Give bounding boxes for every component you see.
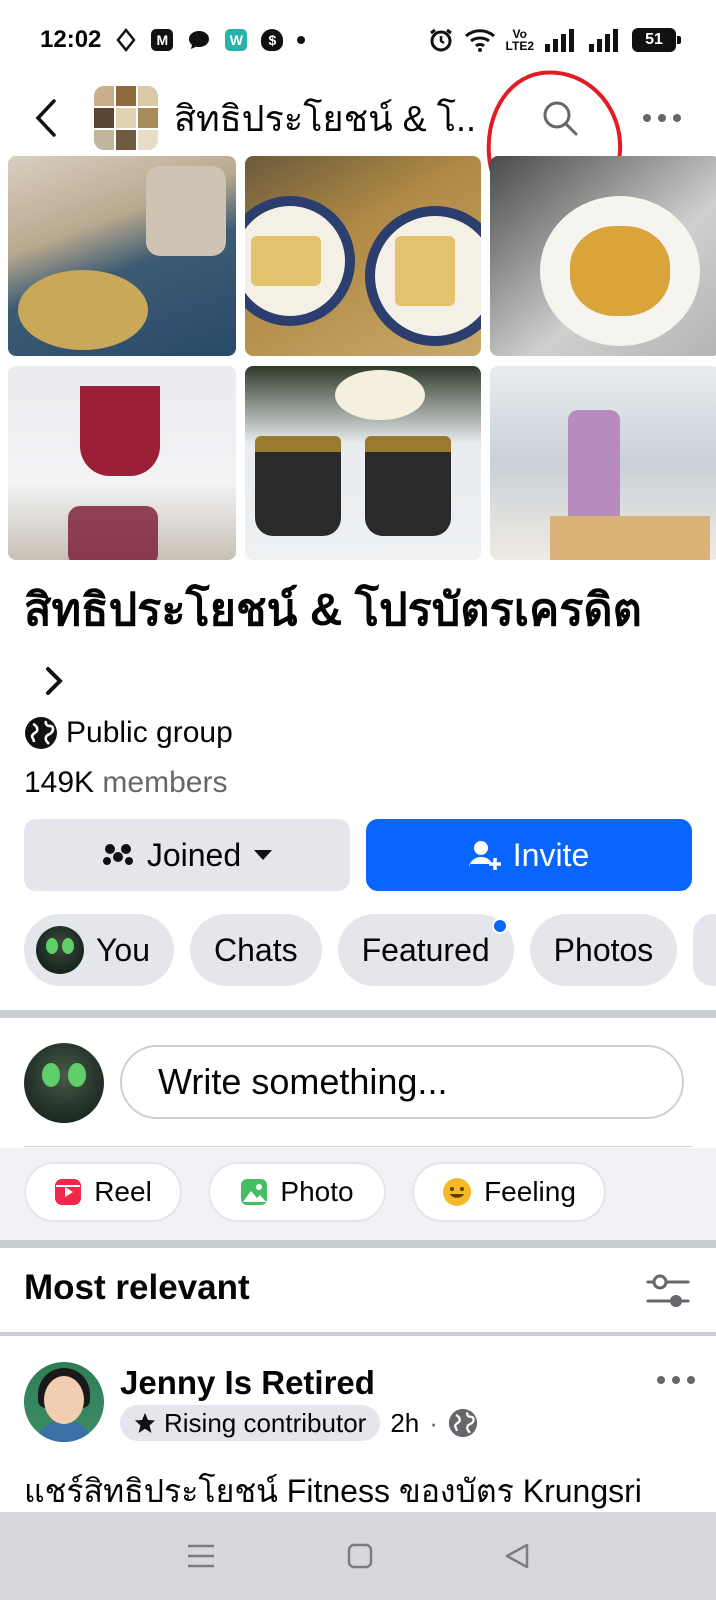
search-icon — [543, 101, 578, 136]
tab-photos-label: Photos — [553, 931, 654, 968]
volte-bottom-text: LTE2 — [505, 39, 534, 53]
cover-photo-lounge[interactable] — [8, 156, 236, 356]
signal-icon — [544, 28, 578, 52]
post-author-name[interactable]: Jenny Is Retired — [120, 1364, 375, 1402]
cover-photo-grid[interactable] — [8, 156, 716, 562]
tab-you-label: You — [96, 931, 150, 968]
cover-photo-water[interactable] — [490, 366, 716, 560]
avatar[interactable] — [24, 1362, 104, 1442]
chevron-right-icon — [44, 647, 64, 715]
photo-button[interactable]: Photo — [208, 1162, 386, 1222]
cover-photo-bun[interactable] — [490, 156, 716, 356]
avatar — [36, 926, 84, 974]
badge-label: Rising contributor — [164, 1407, 367, 1438]
more-options-button[interactable] — [634, 90, 690, 146]
signal-icon-2 — [588, 28, 622, 52]
avatar[interactable] — [24, 1043, 104, 1123]
contributor-badge[interactable]: Rising contributor — [120, 1405, 381, 1441]
new-indicator-dot — [491, 918, 508, 934]
globe-icon — [25, 717, 57, 749]
tab-featured[interactable]: Featured — [337, 914, 514, 986]
cover-photo-cakes[interactable] — [245, 156, 481, 356]
back-triangle-icon[interactable] — [504, 1542, 530, 1570]
divider — [24, 1146, 692, 1147]
filter-button[interactable] — [646, 1270, 690, 1314]
status-time: 12:02 — [40, 26, 102, 53]
member-count[interactable]: 149K members — [24, 766, 227, 800]
sort-label[interactable]: Most relevant — [24, 1268, 250, 1308]
section-divider — [0, 1332, 716, 1336]
meta-separator: · — [429, 1407, 438, 1438]
alarm-icon — [428, 27, 454, 53]
tab-photos[interactable]: Photos — [529, 914, 678, 986]
caret-down-icon — [254, 850, 273, 860]
cover-photo-tea[interactable] — [245, 366, 481, 560]
tab-chats-label: Chats — [214, 931, 298, 968]
tab-featured-label: Featured — [361, 931, 490, 968]
photo-label: Photo — [280, 1176, 354, 1207]
reel-label: Reel — [94, 1176, 152, 1207]
group-thumbnail[interactable] — [94, 86, 158, 150]
privacy-label: Public group — [66, 716, 233, 749]
menu-icon[interactable] — [186, 1543, 216, 1569]
post-time[interactable]: 2h — [390, 1408, 419, 1439]
photo-icon — [241, 1179, 268, 1205]
feeling-label: Feeling — [484, 1176, 576, 1207]
invite-button[interactable]: Invite — [366, 819, 692, 891]
section-divider — [0, 1240, 716, 1248]
filter-sliders-icon — [646, 1274, 690, 1307]
post-meta: Rising contributor 2h · — [120, 1405, 478, 1441]
group-members-icon — [102, 844, 133, 865]
cover-photo-drink[interactable] — [8, 366, 236, 560]
m-app-icon: M — [151, 29, 174, 51]
tab-you[interactable]: You — [24, 914, 174, 986]
home-square-icon[interactable] — [347, 1543, 373, 1569]
reel-icon — [55, 1179, 82, 1205]
group-tabs: You Chats Featured Photos — [24, 914, 716, 986]
section-divider — [0, 1010, 716, 1018]
add-person-icon — [468, 841, 501, 870]
notification-icon — [115, 28, 137, 52]
composer-actions: Reel Photo Feeling — [0, 1148, 716, 1240]
post-more-button[interactable] — [650, 1362, 702, 1398]
joined-label: Joined — [146, 836, 242, 873]
group-name-heading[interactable]: สิทธิประโยชน์ & โปรบัตรเครดิต — [24, 576, 664, 715]
invite-label: Invite — [512, 836, 590, 873]
chevron-left-icon — [35, 99, 56, 137]
shield-dollar-icon: $ — [261, 29, 284, 51]
feeling-button[interactable]: Feeling — [412, 1162, 606, 1222]
group-name: สิทธิประโยชน์ & โปรบัตรเครดิต — [24, 584, 642, 635]
back-button[interactable] — [18, 90, 74, 146]
w-app-icon: W — [225, 29, 248, 51]
more-dot-icon — [297, 36, 306, 44]
android-nav-bar — [0, 1512, 716, 1600]
member-number: 149K — [24, 766, 95, 799]
smiley-icon — [443, 1178, 472, 1206]
more-horizontal-icon — [657, 1376, 695, 1384]
composer-placeholder: Write something... — [158, 1061, 448, 1102]
member-label: members — [102, 766, 228, 799]
tab-overflow[interactable] — [693, 914, 716, 986]
more-horizontal-icon — [643, 114, 681, 122]
search-button[interactable] — [532, 90, 588, 146]
status-bar: 12:02 M W $ Vo LTE2 51 — [0, 0, 716, 80]
post-text[interactable]: แชร์สิทธิประโยชน์ Fitness ของบัตร Krungs… — [24, 1466, 642, 1517]
write-something-input[interactable]: Write something... — [120, 1045, 684, 1119]
volte-indicator: Vo LTE2 — [506, 28, 534, 52]
group-privacy: Public group — [24, 716, 233, 750]
tab-chats[interactable]: Chats — [190, 914, 322, 986]
joined-button[interactable]: Joined — [24, 819, 350, 891]
wifi-icon — [464, 28, 496, 52]
chat-bubble-icon — [187, 29, 211, 51]
group-title-nav[interactable]: สิทธิประโยชน์ & โ... — [174, 90, 474, 147]
battery-icon: 51 — [632, 28, 681, 52]
top-nav: สิทธิประโยชน์ & โ... — [0, 80, 716, 156]
star-icon — [135, 1413, 155, 1433]
reel-button[interactable]: Reel — [24, 1162, 182, 1222]
globe-icon — [448, 1408, 478, 1438]
